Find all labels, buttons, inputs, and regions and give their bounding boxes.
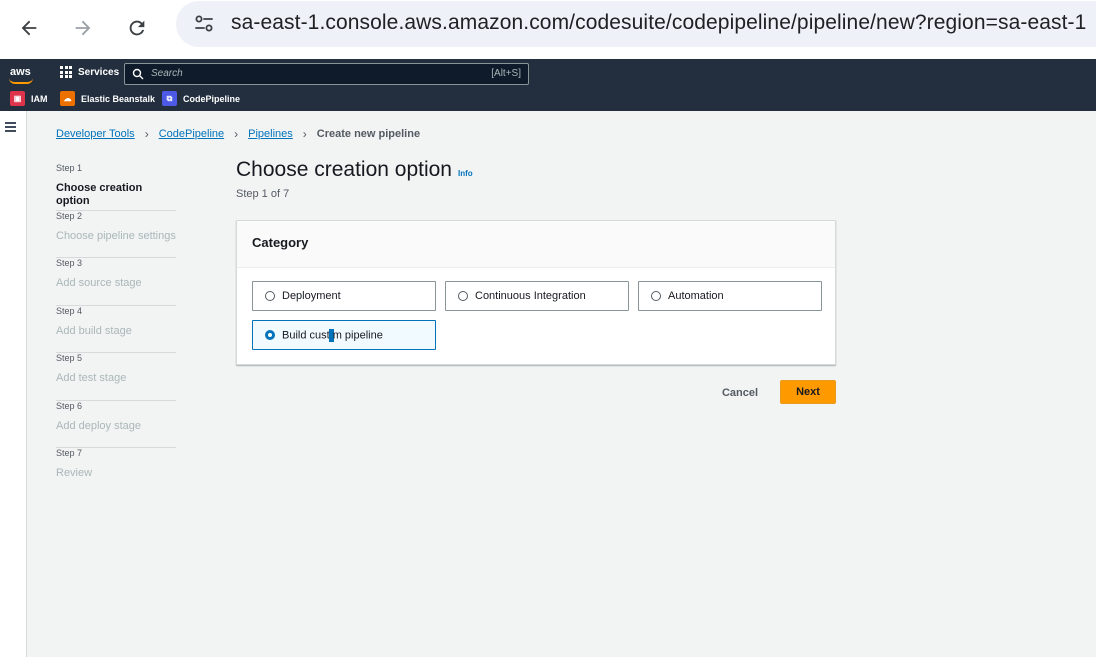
iam-icon: ▣ bbox=[10, 91, 25, 106]
aws-logo-smile bbox=[9, 78, 33, 84]
wizard-step-5: Step 5 Add test stage bbox=[56, 353, 176, 401]
step-number: Step 4 bbox=[56, 305, 83, 316]
forward-button[interactable] bbox=[65, 10, 101, 46]
option-label: Deployment bbox=[282, 290, 341, 302]
arrow-left-icon bbox=[21, 20, 37, 36]
step-number: Step 5 bbox=[56, 353, 83, 363]
option-continuous-integration[interactable]: Continuous Integration bbox=[445, 281, 629, 311]
reload-button[interactable] bbox=[119, 10, 155, 46]
main-content: Developer Tools › CodePipeline › Pipelin… bbox=[27, 111, 1096, 657]
category-header: Category bbox=[237, 221, 835, 268]
category-panel: Category Deployment Continuous Integrati… bbox=[236, 220, 836, 365]
wizard-step-4: Step 4 Add build stage bbox=[56, 305, 176, 353]
step-title: Add deploy stage bbox=[56, 419, 142, 432]
radio-button-selected[interactable] bbox=[265, 330, 275, 340]
chevron-right-icon: › bbox=[302, 127, 307, 141]
breadcrumb-pipelines[interactable]: Pipelines bbox=[248, 128, 293, 140]
wizard-step-2: Step 2 Choose pipeline settings bbox=[56, 210, 176, 258]
back-button[interactable] bbox=[11, 10, 47, 46]
codepipeline-icon: ⧉ bbox=[162, 91, 177, 106]
address-bar[interactable]: sa-east-1.console.aws.amazon.com/codesui… bbox=[176, 1, 1096, 47]
step-title: Add build stage bbox=[56, 324, 132, 337]
favorite-label: Elastic Beanstalk bbox=[81, 93, 156, 104]
services-menu-button[interactable]: Services bbox=[60, 66, 119, 78]
favorite-label: IAM bbox=[31, 93, 48, 104]
aws-logo[interactable]: aws bbox=[10, 66, 31, 78]
chevron-right-icon: › bbox=[144, 127, 149, 141]
search-placeholder: Search bbox=[151, 68, 183, 79]
step-title: Add test stage bbox=[56, 372, 127, 384]
step-number: Step 2 bbox=[56, 210, 83, 221]
step-number: Step 3 bbox=[56, 258, 83, 268]
next-button[interactable]: Next bbox=[780, 380, 836, 404]
reload-icon bbox=[129, 20, 145, 36]
option-build-custom-pipeline[interactable]: Build cust m pipeline bbox=[252, 320, 436, 350]
search-icon bbox=[132, 68, 144, 80]
option-label-part: m pipeline bbox=[332, 328, 383, 341]
radio-button[interactable] bbox=[265, 291, 275, 301]
step-title: Choose creation option bbox=[56, 182, 143, 207]
breadcrumb: Developer Tools › CodePipeline › Pipelin… bbox=[56, 127, 420, 141]
menu-icon[interactable] bbox=[5, 122, 17, 132]
wizard-step-7: Step 7 Review bbox=[56, 448, 176, 496]
step-title: Add source stage bbox=[56, 277, 142, 289]
url-text: sa-east-1.console.aws.amazon.com/codesui… bbox=[231, 11, 1087, 34]
grid-icon bbox=[60, 66, 72, 78]
search-shortcut: [Alt+S] bbox=[491, 68, 521, 79]
elastic-beanstalk-icon: ☁ bbox=[60, 91, 75, 106]
wizard-step-1: Step 1 Choose creation option bbox=[56, 163, 176, 211]
wizard-step-6: Step 6 Add deploy stage bbox=[56, 400, 176, 448]
option-label-part: Build cust bbox=[282, 328, 330, 341]
step-number: Step 7 bbox=[56, 448, 83, 458]
radio-button[interactable] bbox=[651, 291, 661, 301]
step-number: Step 1 bbox=[56, 163, 83, 173]
aws-console-nav: aws Services Search [Alt+S] ▣ IAM ☁ Elas… bbox=[0, 59, 1096, 111]
breadcrumb-developer-tools[interactable]: Developer Tools bbox=[56, 128, 135, 140]
option-deployment[interactable]: Deployment bbox=[252, 281, 436, 311]
wizard-steps: Step 1 Choose creation option Step 2 Cho… bbox=[56, 163, 176, 496]
wizard-step-3: Step 3 Add source stage bbox=[56, 258, 176, 306]
browser-toolbar: sa-east-1.console.aws.amazon.com/codesui… bbox=[0, 0, 1096, 59]
page-title: Choose creation option Info bbox=[236, 158, 473, 182]
step-number: Step 6 bbox=[56, 400, 83, 411]
option-label: Build cust m pipeline bbox=[282, 328, 383, 342]
chevron-right-icon: › bbox=[234, 127, 239, 141]
favorite-elastic-beanstalk[interactable]: ☁ Elastic Beanstalk bbox=[60, 91, 155, 106]
option-automation[interactable]: Automation bbox=[638, 281, 822, 311]
favorite-codepipeline[interactable]: ⧉ CodePipeline bbox=[162, 91, 240, 106]
breadcrumb-current: Create new pipeline bbox=[316, 128, 421, 140]
breadcrumb-codepipeline[interactable]: CodePipeline bbox=[159, 128, 224, 140]
page-title-text: Choose creation option bbox=[236, 158, 452, 181]
favorite-iam[interactable]: ▣ IAM bbox=[10, 91, 48, 106]
step-progress: Step 1 of 7 bbox=[236, 188, 290, 200]
tune-icon bbox=[195, 15, 213, 32]
cancel-button[interactable]: Cancel bbox=[713, 381, 767, 405]
option-label: Continuous Integration bbox=[475, 290, 586, 302]
side-navigation-collapsed bbox=[0, 111, 27, 657]
search-input[interactable]: Search [Alt+S] bbox=[124, 63, 529, 85]
services-label: Services bbox=[78, 66, 120, 78]
step-title: Review bbox=[56, 467, 93, 479]
option-label: Automation bbox=[668, 290, 724, 302]
info-link[interactable]: Info bbox=[458, 169, 473, 178]
radio-button[interactable] bbox=[458, 291, 468, 301]
step-title: Choose pipeline settings bbox=[56, 229, 176, 242]
site-info-button[interactable] bbox=[190, 10, 218, 38]
arrow-right-icon bbox=[75, 20, 91, 36]
favorite-label: CodePipeline bbox=[183, 93, 241, 104]
